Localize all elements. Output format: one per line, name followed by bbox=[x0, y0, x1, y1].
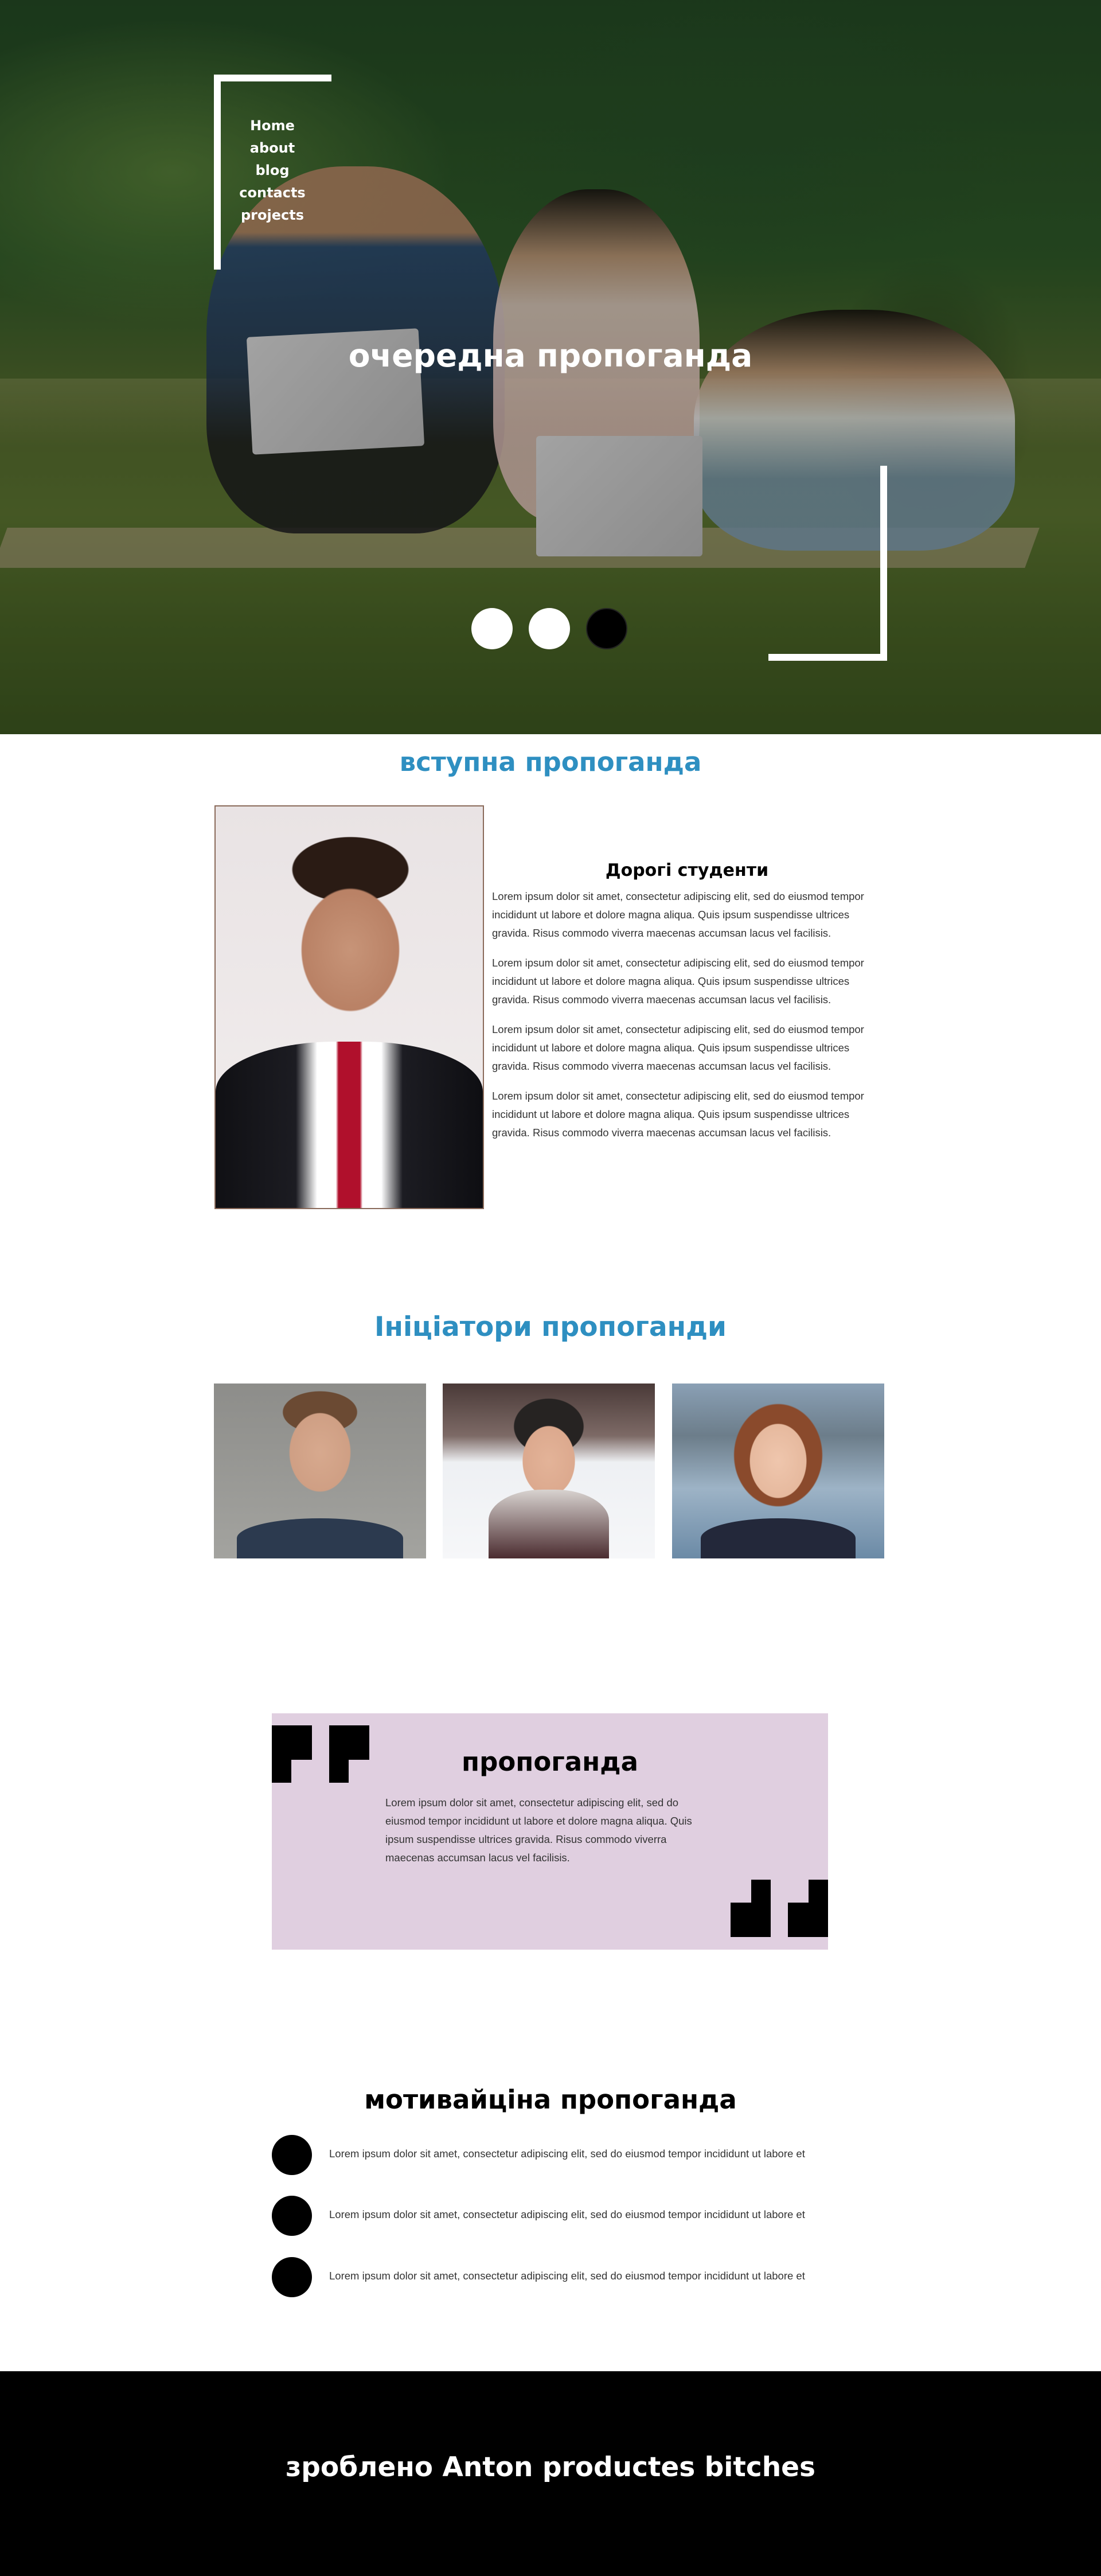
rector-portrait-image bbox=[214, 805, 484, 1209]
nav-link-blog[interactable]: blog bbox=[227, 159, 318, 182]
slider-dot-3-active[interactable] bbox=[586, 608, 627, 649]
hero-frame-corner-bottom-right bbox=[768, 466, 887, 661]
nav-link-projects[interactable]: projects bbox=[227, 204, 318, 227]
quote-close-icon bbox=[731, 1880, 771, 1937]
motivation-item: Lorem ipsum dolor sit amet, consectetur … bbox=[272, 2135, 845, 2175]
hero-title: очередна пропоганда bbox=[348, 337, 753, 374]
quote-text: Lorem ipsum dolor sit amet, consectetur … bbox=[385, 1796, 692, 1864]
quote-close-icon bbox=[788, 1880, 828, 1937]
initiator-photo-body bbox=[489, 1490, 609, 1558]
intro-paragraph: Lorem ipsum dolor sit amet, consectetur … bbox=[492, 957, 864, 1006]
initiator-photo-body bbox=[237, 1518, 403, 1558]
initiator-photo-body bbox=[701, 1518, 856, 1558]
intro-section-title: вступна пропоганда bbox=[399, 747, 702, 777]
motivation-item-text: Lorem ipsum dolor sit amet, consectetur … bbox=[329, 2148, 805, 2160]
nav-link-home[interactable]: Home bbox=[227, 115, 318, 137]
slider-dot-1[interactable] bbox=[471, 608, 513, 649]
nav-link-about[interactable]: about bbox=[227, 137, 318, 159]
motivation-item: Lorem ipsum dolor sit amet, consectetur … bbox=[272, 2257, 845, 2297]
footer: зроблено Anton productes bitches bbox=[0, 2371, 1101, 2576]
motivation-item-text: Lorem ipsum dolor sit amet, consectetur … bbox=[329, 2208, 805, 2220]
bullet-circle-icon bbox=[272, 2135, 312, 2175]
hero-section: Home about blog contacts projects очеред… bbox=[0, 0, 1101, 734]
main-nav: Home about blog contacts projects bbox=[227, 115, 318, 227]
intro-paragraph: Lorem ipsum dolor sit amet, consectetur … bbox=[492, 890, 864, 939]
nav-link-contacts[interactable]: contacts bbox=[227, 182, 318, 204]
initiators-section-title: Ініціатори пропоганди bbox=[374, 1311, 727, 1343]
initiator-photo-3 bbox=[672, 1384, 884, 1558]
initiator-photo-2 bbox=[443, 1384, 655, 1558]
slider-dot-2[interactable] bbox=[529, 608, 570, 649]
initiator-photo-1 bbox=[214, 1384, 426, 1558]
intro-paragraph: Lorem ipsum dolor sit amet, consectetur … bbox=[492, 1023, 864, 1072]
motivation-item-text: Lorem ipsum dolor sit amet, consectetur … bbox=[329, 2270, 805, 2282]
quote-block: пропоганда Lorem ipsum dolor sit amet, c… bbox=[272, 1713, 828, 1950]
quote-title: пропоганда bbox=[462, 1747, 638, 1777]
motivation-item: Lorem ipsum dolor sit amet, consectetur … bbox=[272, 2196, 845, 2236]
intro-heading: Дорогі студенти bbox=[605, 860, 769, 880]
portrait-suit bbox=[216, 1042, 483, 1208]
motivation-section-title: мотивайціна пропоганда bbox=[364, 2084, 737, 2115]
intro-text-block: Дорогі студенти Lorem ipsum dolor sit am… bbox=[492, 860, 882, 1153]
footer-text: зроблено Anton productes bitches bbox=[285, 2452, 816, 2483]
bullet-circle-icon bbox=[272, 2196, 312, 2236]
intro-paragraph: Lorem ipsum dolor sit amet, consectetur … bbox=[492, 1090, 864, 1139]
bullet-circle-icon bbox=[272, 2257, 312, 2297]
slider-dots bbox=[471, 608, 627, 649]
